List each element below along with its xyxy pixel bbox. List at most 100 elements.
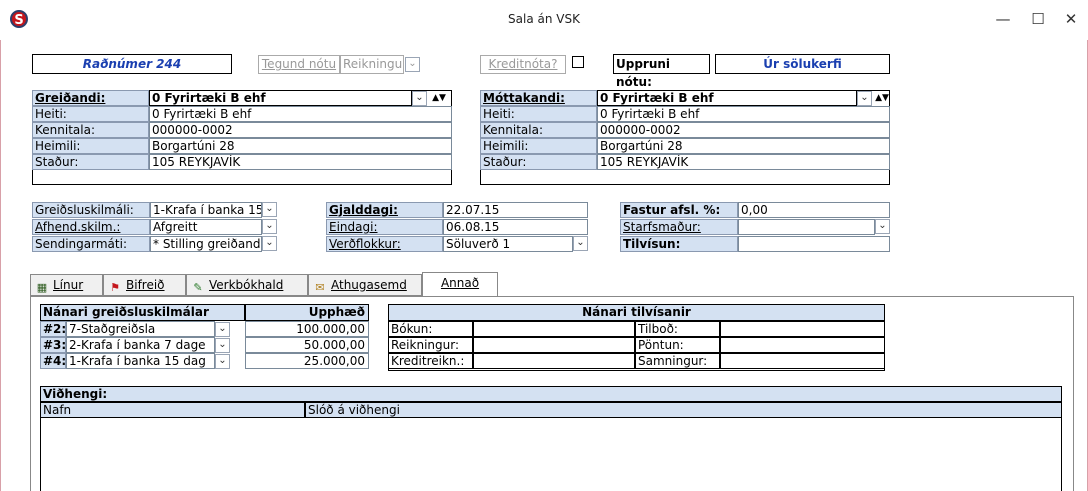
receiver-name-field[interactable]: 0 Fyrirtæki B ehf [597, 106, 890, 122]
price-category-select[interactable]: Söluverð 1 [443, 236, 573, 252]
receiver-dropdown-icon[interactable]: ⌄ [857, 91, 872, 106]
close-button[interactable]: ✕ [1054, 6, 1088, 34]
payment-terms-select[interactable]: 1-Krafa í banka 15 d [150, 202, 262, 218]
serial-number: Raðnúmer 244 [32, 54, 232, 74]
receiver-expand-icon[interactable]: ▲▼ [874, 91, 890, 106]
invoice-type-dropdown-icon[interactable]: ⌄ [405, 57, 420, 72]
references-header: Nánari tilvísanir [388, 304, 885, 321]
payer-city-label: Staður: [32, 154, 149, 170]
contract-label: Samningur: [635, 353, 720, 369]
delivery-terms-select[interactable]: Afgreitt [150, 219, 262, 235]
order-label: Pöntun: [635, 337, 720, 353]
credit-invoice-field[interactable] [473, 353, 635, 369]
invoice-field[interactable] [473, 337, 635, 353]
origin-value: Úr sölukerfi [715, 54, 890, 74]
payer-dropdown-icon[interactable]: ⌄ [412, 91, 427, 106]
final-due-date-field[interactable]: 06.08.15 [443, 219, 588, 235]
reference-field[interactable] [738, 236, 890, 252]
payer-name-label: Heiti: [32, 106, 149, 122]
payer-address-label: Heimili: [32, 138, 149, 154]
invoice-label: Reikningur: [388, 337, 473, 353]
term-amount-3[interactable]: 50.000,00 [245, 337, 369, 353]
shipping-method-select[interactable]: * Stilling greiðanda [150, 236, 262, 252]
offer-label: Tilboð: [635, 321, 720, 337]
invoice-form: Raðnúmer 244 Tegund nótu Reikningu ⌄ Kre… [22, 44, 1074, 491]
term-select-2[interactable]: 7-Staðgreiðsla [66, 321, 215, 337]
attachments-title: Viðhengi: [40, 386, 1062, 402]
flag-icon: ⚑ [110, 281, 120, 294]
receiver-title: Móttakandi: [480, 90, 597, 106]
payer-expand-icon[interactable]: ▲▼ [430, 91, 448, 106]
fixed-discount-field[interactable]: 0,00 [738, 202, 890, 218]
offer-field[interactable] [720, 321, 885, 337]
tab-project-accounting-label: Verkbókhald [209, 278, 284, 292]
payer-title: Greiðandi: [32, 90, 149, 106]
booking-field[interactable] [473, 321, 635, 337]
employee-dropdown-icon[interactable]: ⌄ [875, 219, 890, 234]
final-due-date-label: Eindagi: [326, 219, 443, 235]
tab-project-accounting[interactable]: ✎ Verkbókhald [186, 274, 308, 296]
term-dropdown-4-icon[interactable]: ⌄ [215, 354, 230, 369]
term-amount-4[interactable]: 25.000,00 [245, 353, 369, 369]
credit-note-checkbox[interactable] [572, 56, 584, 68]
origin-label: Uppruni nótu: [613, 54, 710, 89]
receiver-city-label: Staður: [480, 154, 597, 170]
order-field[interactable] [720, 337, 885, 353]
tab-other-label: Annað [440, 276, 480, 290]
payment-terms-label: Greiðsluskilmáli: [32, 202, 150, 218]
tab-notes[interactable]: ✉ Athugasemd [308, 274, 422, 296]
term-select-4[interactable]: 1-Krafa í banka 15 dag [66, 353, 215, 369]
contract-field[interactable] [720, 353, 885, 369]
attachments-list[interactable] [41, 419, 1061, 491]
payer-select[interactable]: 0 Fyrirtæki B ehf [149, 90, 412, 106]
shipping-method-label: Sendingarmáti: [32, 236, 150, 252]
booking-label: Bókun: [388, 321, 473, 337]
receiver-name-label: Heiti: [480, 106, 597, 122]
delivery-terms-dropdown-icon[interactable]: ⌄ [262, 219, 277, 234]
receiver-ssn-field[interactable]: 000000-0002 [597, 122, 890, 138]
maximize-button[interactable]: ☐ [1021, 6, 1055, 34]
payment-terms-dropdown-icon[interactable]: ⌄ [262, 202, 277, 217]
lines-icon: ▦ [36, 281, 48, 294]
employee-label: Starfsmaður: [620, 219, 738, 235]
payer-ssn-label: Kennitala: [32, 122, 149, 138]
tab-lines[interactable]: ▦ Línur [30, 274, 103, 296]
payer-address-field[interactable]: Borgartúni 28 [149, 138, 452, 154]
receiver-city-field[interactable]: 105 REYKJAVÍK [597, 154, 890, 170]
tab-lines-label: Línur [53, 278, 84, 292]
attachments-name-column: Nafn [40, 402, 305, 418]
delivery-terms-label: Afhend.skilm.: [32, 219, 150, 235]
payer-city-field[interactable]: 105 REYKJAVÍK [149, 154, 452, 170]
minimize-button[interactable]: — [986, 6, 1020, 34]
invoice-type-select[interactable]: Reikningu [340, 55, 404, 74]
title-bar: S Sala án VSK — ☐ ✕ [0, 0, 1088, 40]
term-dropdown-3-icon[interactable]: ⌄ [215, 338, 230, 353]
window-title: Sala án VSK [508, 12, 580, 26]
reference-label: Tilvísun: [620, 236, 738, 252]
tab-vehicle-label: Bifreið [126, 278, 165, 292]
credit-invoice-label: Kreditreikn.: [388, 353, 473, 369]
payment-terms-header: Nánari greiðsluskilmálar [40, 304, 245, 321]
receiver-address-field[interactable]: Borgartúni 28 [597, 138, 890, 154]
term-select-3[interactable]: 2-Krafa í banka 7 dage [66, 337, 215, 353]
tab-other[interactable]: Annað [422, 272, 498, 297]
receiver-address-label: Heimili: [480, 138, 597, 154]
receiver-ssn-label: Kennitala: [480, 122, 597, 138]
application-window: S Sala án VSK — ☐ ✕ Raðnúmer 244 Tegund … [0, 0, 1088, 491]
due-date-label: Gjalddagi: [326, 202, 443, 218]
shipping-method-dropdown-icon[interactable]: ⌄ [262, 236, 277, 251]
payer-ssn-field[interactable]: 000000-0002 [149, 122, 452, 138]
tab-vehicle[interactable]: ⚑ Bifreið [103, 274, 186, 296]
receiver-select[interactable]: 0 Fyrirtæki B ehf [597, 90, 857, 106]
tab-notes-label: Athugasemd [331, 278, 407, 292]
attachments-link-column: Slóð á viðhengi [305, 402, 1062, 418]
price-category-dropdown-icon[interactable]: ⌄ [573, 236, 588, 251]
credit-note-label: Kreditnóta? [480, 55, 566, 74]
term-dropdown-2-icon[interactable]: ⌄ [215, 322, 230, 337]
term-num-4: #4: [40, 353, 66, 369]
payer-name-field[interactable]: 0 Fyrirtæki B ehf [149, 106, 452, 122]
due-date-field[interactable]: 22.07.15 [443, 202, 588, 218]
term-amount-2[interactable]: 100.000,00 [245, 321, 369, 337]
chart-icon: ✎ [193, 281, 203, 294]
employee-select[interactable] [738, 219, 875, 235]
